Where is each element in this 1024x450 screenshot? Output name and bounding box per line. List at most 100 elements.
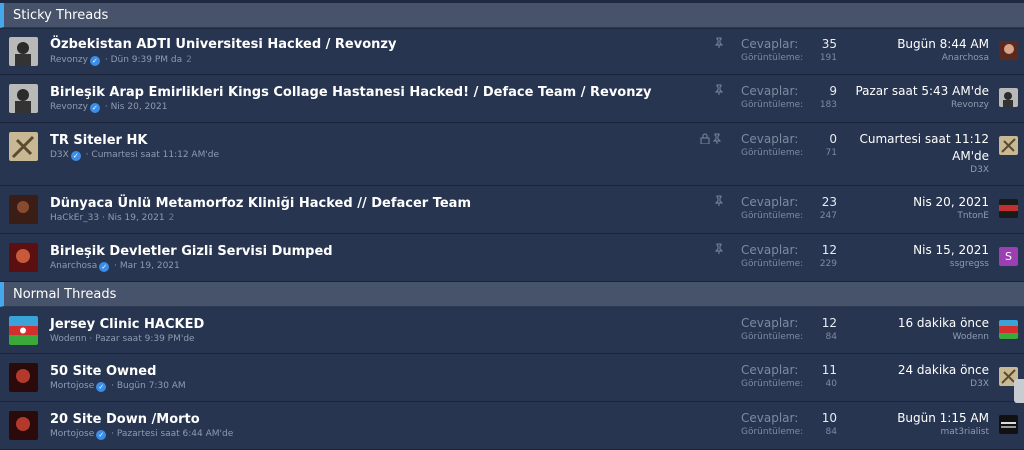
thread-date[interactable]: Pazartesi saat 6:44 AM'de [117,429,233,439]
page-link[interactable]: 2 [186,55,192,65]
thread-row[interactable]: Birleşik Devletler Gizli Servisi Dumped … [0,234,1024,282]
last-post-user[interactable]: Revonzy [951,100,989,110]
thread-row[interactable]: Jersey Clinic HACKED Wodenn · Pazar saat… [0,307,1024,354]
thread-row[interactable]: TR Siteler HK D3X ✓ · Cumartesi saat 11:1… [0,123,1024,186]
thread-author[interactable]: Mortojose [50,429,94,439]
thread-meta: D3X ✓ · Cumartesi saat 11:12 AM'de [50,150,220,161]
thread-author[interactable]: D3X [50,150,69,160]
thread-title[interactable]: TR Siteler HK [50,133,147,148]
avatar[interactable] [9,363,38,392]
thread-author[interactable]: Mortojose [50,381,94,391]
views-label: Görüntüleme: [741,332,804,342]
last-poster-avatar[interactable] [999,320,1018,339]
thread-row[interactable]: Birleşik Arap Emirlikleri Kings Collage … [0,75,1024,123]
thread-row[interactable]: 20 Site Down /Morto Mortojose ✓ · Pazarte… [0,402,1024,450]
views-count: 40 [825,379,837,389]
last-post-date[interactable]: Pazar saat 5:43 AM'de [855,83,989,100]
avatar[interactable] [9,37,38,66]
thread-date[interactable]: Bugün 7:30 AM [117,381,186,391]
thread-date[interactable]: Cumartesi saat 11:12 AM'de [91,150,219,160]
last-post-user[interactable]: D3X [970,165,989,175]
verified-badge-icon: ✓ [70,151,81,161]
thread-date[interactable]: Nis 19, 2021 [108,213,165,223]
last-poster-avatar[interactable] [999,41,1018,60]
last-post-date-line1: Cumartesi saat 11:12 [859,132,989,146]
views-label: Görüntüleme: [741,427,804,437]
verified-badge-icon: ✓ [89,56,100,66]
views-count: 71 [825,148,837,158]
last-post-date-line2: AM'de [952,149,989,163]
verified-badge-icon: ✓ [96,430,107,440]
pin-icon [714,195,724,209]
last-post-user[interactable]: ssgregss [950,259,989,269]
last-poster-avatar[interactable]: S [999,247,1018,266]
thread-date[interactable]: Mar 19, 2021 [120,261,180,271]
thread-title[interactable]: Birleşik Devletler Gizli Servisi Dumped [50,244,333,259]
last-post-date[interactable]: Nis 15, 2021 [913,242,989,259]
pin-icon [714,243,724,257]
replies-label: Cevaplar: [741,363,799,377]
last-post-date[interactable]: Nis 20, 2021 [913,194,989,211]
avatar[interactable] [9,84,38,113]
lock-and-pin-icons [700,133,724,147]
replies-label: Cevaplar: [741,84,799,98]
last-poster-avatar[interactable] [999,136,1018,155]
thread-title[interactable]: 20 Site Down /Morto [50,412,200,427]
avatar[interactable] [9,195,38,224]
last-post-date[interactable]: 24 dakika önce [898,362,989,379]
thread-date[interactable]: Pazar saat 9:39 PM'de [95,334,194,344]
avatar[interactable] [9,316,38,345]
last-poster-avatar[interactable] [999,415,1018,434]
last-post-date[interactable]: Cumartesi saat 11:12 AM'de [859,131,989,165]
last-post-date[interactable]: 16 dakika önce [898,315,989,332]
thread-author[interactable]: Revonzy [50,102,88,112]
scroll-to-top-button[interactable] [1014,379,1024,403]
avatar[interactable] [9,243,38,272]
last-poster-avatar[interactable] [999,199,1018,218]
thread-author[interactable]: Wodenn [50,334,87,344]
last-post-user[interactable]: TntonE [957,211,989,221]
thread-author[interactable]: HaCkEr_33 [50,213,99,223]
views-label: Görüntüleme: [741,379,804,389]
avatar[interactable] [9,132,38,161]
thread-author[interactable]: Revonzy [50,55,88,65]
thread-date[interactable]: Dün 9:39 PM da [111,55,183,65]
thread-meta: Mortojose ✓ · Bugün 7:30 AM [50,381,186,392]
avatar[interactable] [9,411,38,440]
thread-title[interactable]: 50 Site Owned [50,364,156,379]
pin-icon [714,37,724,51]
last-post-date[interactable]: Bugün 1:15 AM [897,410,989,427]
thread-row[interactable]: Dünyaca Ünlü Metamorfoz Kliniği Hacked /… [0,186,1024,234]
thread-meta: Anarchosa ✓ · Mar 19, 2021 [50,261,180,272]
thread-title[interactable]: Dünyaca Ünlü Metamorfoz Kliniği Hacked /… [50,196,471,211]
thread-title[interactable]: Jersey Clinic HACKED [50,317,204,332]
last-post-user[interactable]: mat3rialist [941,427,989,437]
views-label: Görüntüleme: [741,100,804,110]
replies-count: 10 [821,411,837,425]
verified-badge-icon: ✓ [99,262,110,272]
views-count: 84 [825,332,837,342]
views-count: 229 [819,259,837,269]
replies-count: 0 [829,132,837,146]
last-post-date[interactable]: Bugün 8:44 AM [897,36,989,53]
thread-row[interactable]: 50 Site Owned Mortojose ✓ · Bugün 7:30 AM… [0,354,1024,402]
page-link[interactable]: 2 [169,213,175,223]
thread-author[interactable]: Anarchosa [50,261,97,271]
thread-date[interactable]: Nis 20, 2021 [111,102,168,112]
thread-row[interactable]: Özbekistan ADTI Universitesi Hacked / Re… [0,29,1024,75]
views-label: Görüntüleme: [741,53,804,63]
views-label: Görüntüleme: [741,148,804,158]
pin-icon [714,84,724,98]
section-header-sticky: Sticky Threads [0,3,1024,28]
verified-badge-icon: ✓ [89,103,100,113]
thread-title[interactable]: Özbekistan ADTI Universitesi Hacked / Re… [50,37,396,52]
last-post-user[interactable]: Anarchosa [942,53,989,63]
verified-badge-icon: ✓ [96,382,107,392]
replies-label: Cevaplar: [741,37,799,51]
replies-count: 12 [821,243,837,257]
thread-title[interactable]: Birleşik Arap Emirlikleri Kings Collage … [50,85,652,100]
last-poster-avatar[interactable] [999,88,1018,107]
replies-count: 23 [821,195,837,209]
last-post-user[interactable]: Wodenn [952,332,989,342]
last-post-user[interactable]: D3X [970,379,989,389]
